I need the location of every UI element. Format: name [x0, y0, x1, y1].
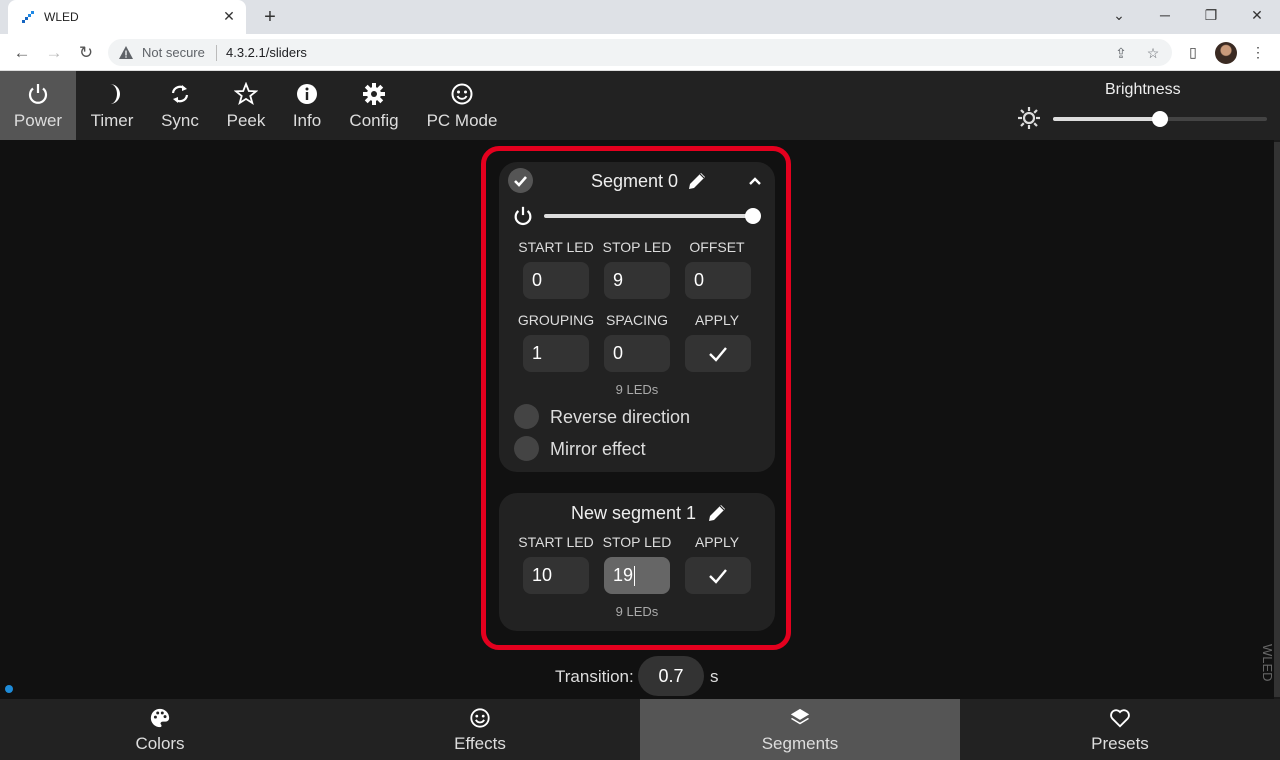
timer-label: Timer	[90, 111, 134, 130]
sync-icon	[171, 85, 189, 103]
timer-button[interactable]: Timer	[80, 71, 144, 140]
tab-segments[interactable]: Segments	[640, 699, 960, 760]
smiley-icon	[470, 708, 490, 728]
tab-search-icon[interactable]: ⌄	[1106, 4, 1132, 26]
config-button[interactable]: Config	[342, 71, 406, 140]
tab-effects[interactable]: Effects	[320, 699, 640, 760]
side-panel-icon[interactable]: ▯	[1183, 42, 1203, 62]
share-icon[interactable]: ⇪	[1112, 44, 1130, 62]
back-button[interactable]: ←	[10, 41, 34, 65]
transition-input[interactable]: 0.7	[638, 656, 704, 696]
minimize-button[interactable]: ─	[1152, 4, 1178, 26]
browser-tab-bar: WLED ✕ + ⌄ ─ ❐ ✕	[0, 0, 1280, 34]
pc-mode-label: PC Mode	[426, 111, 498, 130]
tab-colors-label: Colors	[135, 734, 185, 753]
close-window-button[interactable]: ✕	[1244, 4, 1270, 26]
peek-button[interactable]: Peek	[218, 71, 274, 140]
star-icon	[234, 82, 258, 106]
config-label: Config	[349, 111, 399, 130]
tab-colors[interactable]: Colors	[0, 699, 320, 760]
omnibox[interactable]: Not secure 4.3.2.1/sliders ⇪ ☆	[108, 39, 1172, 66]
forward-button[interactable]: →	[42, 41, 66, 65]
sync-button[interactable]: Sync	[152, 71, 208, 140]
sun-icon	[1018, 107, 1040, 129]
bookmark-star-icon[interactable]: ☆	[1144, 44, 1162, 62]
tab-effects-label: Effects	[454, 734, 506, 753]
scrollbar[interactable]	[1274, 140, 1280, 699]
tab-close-icon[interactable]: ✕	[220, 7, 238, 25]
power-icon	[28, 84, 48, 104]
gear-icon	[363, 83, 385, 105]
profile-avatar[interactable]	[1215, 42, 1237, 64]
power-button[interactable]: Power	[0, 71, 76, 140]
brightness-label: Brightness	[1105, 81, 1181, 98]
wled-favicon-icon	[22, 11, 34, 23]
peek-label: Peek	[226, 111, 266, 130]
brightness-slider[interactable]	[1053, 111, 1267, 127]
highlight-box	[481, 146, 791, 650]
omnibox-divider	[216, 45, 217, 61]
wled-bottom-bar: Colors Effects Segments Presets	[0, 699, 1280, 760]
transition-label: Transition:	[555, 667, 634, 686]
menu-icon[interactable]: ⋮	[1248, 42, 1268, 62]
wled-side-label: WLED	[1260, 644, 1275, 682]
moon-icon	[110, 84, 120, 104]
scrollbar-thumb[interactable]	[1274, 142, 1280, 697]
pc-mode-button[interactable]: PC Mode	[420, 71, 504, 140]
sync-label: Sync	[161, 111, 199, 130]
power-label: Power	[13, 111, 63, 130]
security-status[interactable]: Not secure	[142, 45, 205, 60]
info-button[interactable]: Info	[282, 71, 332, 140]
brightness-fill	[1053, 117, 1160, 121]
palette-icon	[150, 708, 170, 728]
restore-button[interactable]: ❐	[1198, 4, 1224, 26]
heart-icon	[1110, 709, 1130, 728]
browser-tab[interactable]: WLED ✕	[8, 0, 246, 34]
connection-indicator	[5, 685, 13, 693]
tab-presets-label: Presets	[1091, 734, 1149, 753]
tab-presets[interactable]: Presets	[960, 699, 1280, 760]
info-label: Info	[292, 111, 322, 130]
reload-button[interactable]: ↻	[74, 41, 98, 65]
address-bar: ← → ↻ Not secure 4.3.2.1/sliders ⇪ ☆ ▯ ⋮	[0, 34, 1280, 71]
transition-unit: s	[710, 667, 719, 686]
new-tab-button[interactable]: +	[259, 6, 281, 28]
layers-icon	[790, 708, 810, 725]
smiley-icon	[451, 83, 473, 105]
tab-title: WLED	[44, 10, 79, 24]
tab-segments-label: Segments	[761, 734, 839, 753]
info-icon	[297, 84, 317, 104]
wled-top-bar: Power Timer Sync Peek Info Config PC Mod…	[0, 71, 1280, 140]
url-text[interactable]: 4.3.2.1/sliders	[226, 45, 307, 60]
warning-icon[interactable]	[118, 45, 134, 61]
brightness-thumb[interactable]	[1152, 111, 1168, 127]
